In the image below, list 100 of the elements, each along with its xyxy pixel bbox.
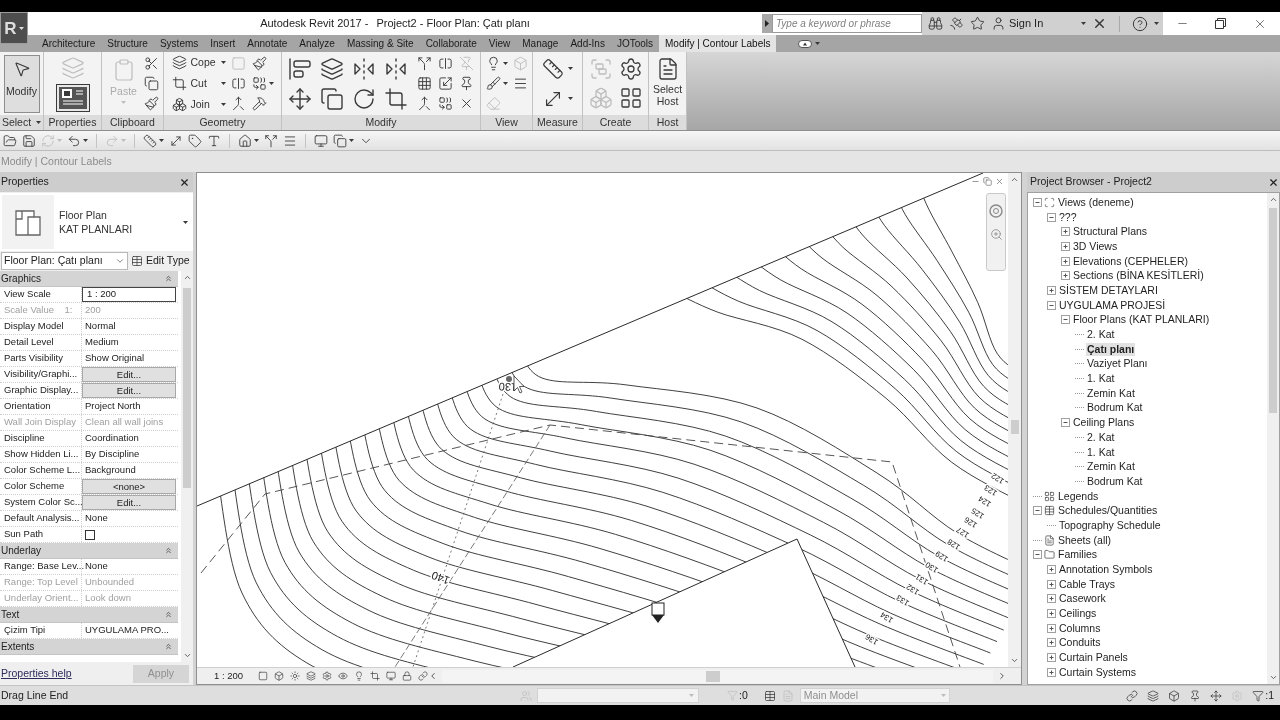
mirror-icon[interactable] xyxy=(384,56,408,81)
tree-item[interactable]: UYGULAMA PROJESİ xyxy=(1058,298,1167,312)
close-icon[interactable] xyxy=(179,176,190,188)
copy-icon[interactable] xyxy=(320,86,344,111)
property-button[interactable]: Edit... xyxy=(82,383,176,398)
search-field[interactable]: Type a keyword or phrase xyxy=(772,14,922,33)
ribbon-tab[interactable]: Analyze xyxy=(293,35,341,52)
ribbon-tab[interactable]: Manage xyxy=(516,35,565,52)
scroll-down-icon[interactable] xyxy=(1268,673,1278,682)
table-icon[interactable] xyxy=(763,689,776,702)
caret-icon[interactable] xyxy=(568,97,573,100)
collapse-icon[interactable] xyxy=(164,546,173,555)
tree-item[interactable]: Çatı planı xyxy=(1086,342,1136,356)
sun-icon[interactable] xyxy=(290,671,300,681)
user-icon[interactable] xyxy=(991,16,1006,31)
caret-icon[interactable] xyxy=(1154,22,1159,25)
caret-icon[interactable] xyxy=(1081,22,1086,25)
expander-icon[interactable] xyxy=(1047,565,1056,575)
ribbon-tab[interactable]: Systems xyxy=(153,35,205,52)
satellite-icon[interactable] xyxy=(949,16,964,31)
pin-icon[interactable] xyxy=(459,76,474,91)
table-icon[interactable] xyxy=(131,255,143,267)
expander-icon[interactable] xyxy=(1047,653,1056,663)
merge-icon[interactable] xyxy=(230,96,246,111)
scrollbar-thumb[interactable] xyxy=(183,288,191,488)
scroll-down-icon[interactable] xyxy=(1010,656,1019,665)
rotate-icon[interactable] xyxy=(352,86,376,111)
ribbon-tab[interactable]: View xyxy=(482,35,517,52)
caret-icon[interactable] xyxy=(502,82,508,85)
tree-item[interactable]: Bodrum Kat xyxy=(1086,401,1144,415)
paintbrush-icon[interactable] xyxy=(251,56,267,71)
tree-item[interactable]: Vaziyet Planı xyxy=(1086,357,1149,371)
grid-icon[interactable] xyxy=(1044,490,1055,502)
expander-icon[interactable] xyxy=(1033,197,1042,207)
caret-icon[interactable] xyxy=(254,139,259,142)
scrollbar-thumb[interactable] xyxy=(1010,420,1019,434)
caret-icon[interactable] xyxy=(83,139,88,142)
expander-icon[interactable] xyxy=(1061,227,1070,237)
tree-item[interactable]: Conduits xyxy=(1058,636,1102,650)
diagonal-arrow-icon[interactable] xyxy=(169,133,183,148)
move-icon[interactable] xyxy=(1210,689,1223,702)
caret-icon[interactable] xyxy=(159,139,164,142)
tree-item[interactable]: 3D Views xyxy=(1072,239,1119,253)
lightbulb-icon[interactable] xyxy=(354,671,364,681)
hammer-icon[interactable] xyxy=(251,96,267,111)
house-icon[interactable] xyxy=(238,133,252,148)
scroll-up-icon[interactable] xyxy=(1010,175,1019,184)
ribbon-tab[interactable]: Architecture xyxy=(36,35,102,52)
scrollbar-thumb[interactable] xyxy=(706,670,720,682)
caret-icon[interactable] xyxy=(502,62,508,65)
caret-icon[interactable] xyxy=(815,42,821,45)
chevron-down-icon[interactable] xyxy=(115,256,125,266)
ribbon-tab[interactable]: Add-Ins xyxy=(564,35,611,52)
tree-item[interactable]: 1. Kat xyxy=(1086,445,1116,459)
tree-item[interactable]: Floor Plans (KAT PLANLARI) xyxy=(1072,313,1211,327)
property-button[interactable]: <none> xyxy=(82,479,176,494)
monitor-icon[interactable] xyxy=(314,133,328,148)
gear-icon[interactable] xyxy=(618,57,643,81)
tree-item[interactable]: Topography Schedule xyxy=(1058,518,1162,532)
expander-icon[interactable] xyxy=(1061,418,1070,428)
scale-icon[interactable] xyxy=(438,76,453,91)
caret-icon[interactable] xyxy=(18,26,24,30)
tree-item[interactable]: Structural Plans xyxy=(1072,225,1149,239)
pointer-icon[interactable] xyxy=(12,59,31,78)
mirror-icon[interactable] xyxy=(352,56,376,81)
layers-icon[interactable] xyxy=(320,56,344,81)
ribbon-tab[interactable]: Annotate xyxy=(241,35,294,52)
scroll-down-icon[interactable] xyxy=(182,651,192,660)
expander-icon[interactable] xyxy=(1047,667,1056,677)
tree-item[interactable]: Sections (BİNA KESİTLERİ) xyxy=(1072,269,1205,283)
tree-item[interactable]: Curtain Panels xyxy=(1058,651,1129,665)
split-square-icon[interactable] xyxy=(230,76,246,91)
move-icon[interactable] xyxy=(288,86,312,111)
scroll-right-icon[interactable] xyxy=(997,671,1007,681)
view-scale[interactable]: 1 : 200 xyxy=(214,668,258,684)
help-link[interactable]: Properties help xyxy=(1,665,72,682)
tree-item[interactable]: Bodrum Kat xyxy=(1086,474,1144,488)
tree-item[interactable]: Schedules/Quantities xyxy=(1057,504,1159,518)
collapse-icon[interactable] xyxy=(164,642,173,651)
caret-icon[interactable] xyxy=(568,67,573,70)
scroll-left-icon[interactable] xyxy=(428,671,438,681)
expander-icon[interactable] xyxy=(1061,271,1070,281)
binoculars-icon[interactable] xyxy=(928,16,943,31)
tree-item[interactable]: SİSTEM DETAYLARI xyxy=(1058,283,1159,297)
cube-icon[interactable] xyxy=(274,671,284,681)
caret-icon[interactable] xyxy=(349,139,354,142)
caret-icon[interactable] xyxy=(220,82,226,85)
tree-item[interactable]: Cable Trays xyxy=(1058,577,1117,591)
expander-icon[interactable] xyxy=(1047,285,1056,295)
tree-item[interactable]: Ceilings xyxy=(1058,607,1098,621)
document-icon[interactable] xyxy=(1044,534,1055,546)
copy-icon[interactable] xyxy=(143,76,159,91)
tree-item[interactable]: 1. Kat xyxy=(1086,372,1116,386)
sign-in-button[interactable]: Sign In xyxy=(991,15,1044,32)
tree-item[interactable]: Annotation Symbols xyxy=(1058,563,1154,577)
application-menu-button[interactable]: R xyxy=(0,12,28,44)
expander-icon[interactable] xyxy=(1047,212,1056,222)
collapse-icon[interactable] xyxy=(164,274,173,283)
property-button[interactable]: Edit... xyxy=(82,495,176,510)
link-icon[interactable] xyxy=(418,671,428,681)
